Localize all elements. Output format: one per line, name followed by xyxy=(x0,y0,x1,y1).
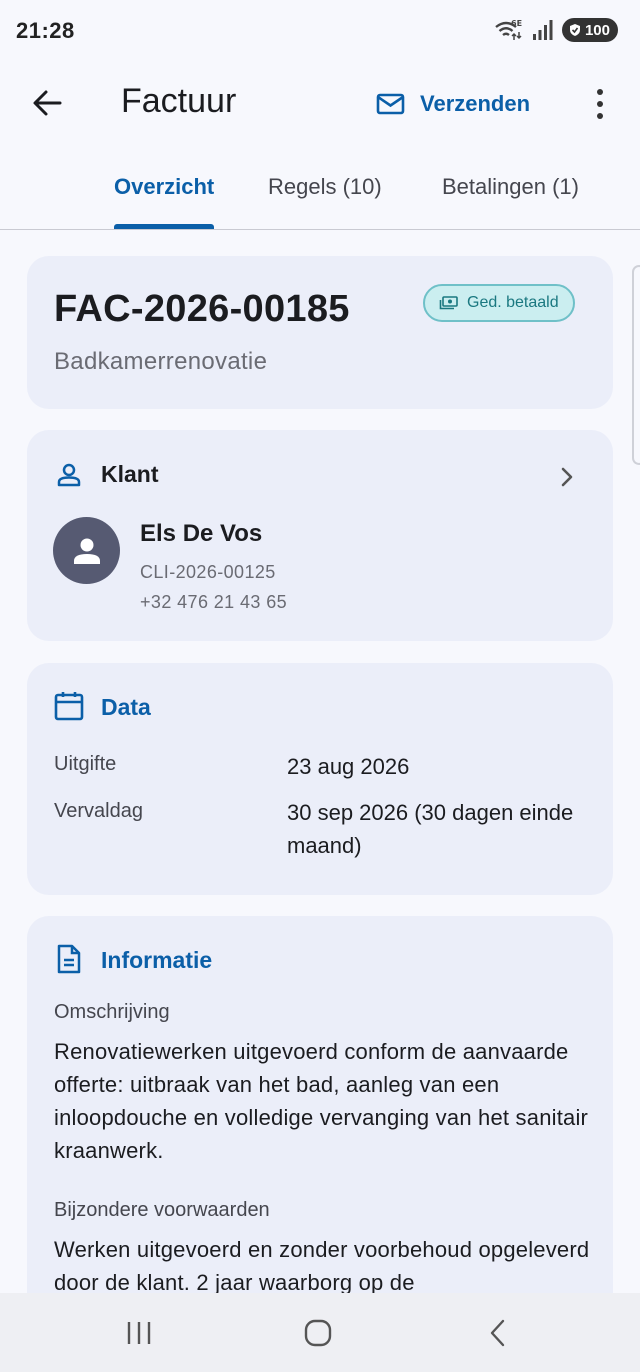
conditions-value: Werken uitgevoerd en zonder voorbehoud o… xyxy=(54,1237,590,1295)
description-label: Omschrijving xyxy=(54,1001,170,1023)
person-avatar-icon xyxy=(73,538,100,564)
tab-betalingen[interactable]: Betalingen (1) xyxy=(442,174,579,200)
signal-icon xyxy=(532,20,553,40)
battery-icon: 100 xyxy=(561,18,618,42)
person-icon xyxy=(54,460,84,490)
tab-bar: Overzicht Regels (10) Betalingen (1) xyxy=(0,144,640,230)
due-date-value: 30 sep 2026 (30 dagen einde maand) xyxy=(287,800,574,858)
description-value: Renovatiewerken uitgevoerd conform de aa… xyxy=(54,1039,589,1163)
dates-card: Data Uitgifte 23 aug 2026 Vervaldag 30 s… xyxy=(27,663,613,895)
status-time: 21:28 xyxy=(16,18,75,43)
issue-date-value: 23 aug 2026 xyxy=(287,754,410,779)
tab-regels[interactable]: Regels (10) xyxy=(268,174,382,200)
more-options-button[interactable] xyxy=(580,82,620,126)
invoice-number: FAC-2026-00185 xyxy=(54,288,350,330)
chevron-right-icon[interactable] xyxy=(555,462,579,492)
invoice-summary-card: FAC-2026-00185 Badkamerrenovatie Ged. be… xyxy=(27,256,613,409)
svg-text:6E: 6E xyxy=(511,19,522,28)
client-id: CLI-2026-00125 xyxy=(140,562,276,582)
shield-icon xyxy=(569,24,580,36)
status-icons: 6E 100 xyxy=(494,18,618,42)
send-button[interactable]: Verzenden xyxy=(376,84,530,124)
arrow-back-icon xyxy=(33,90,62,116)
conditions-label: Bijzondere voorwaarden xyxy=(54,1199,270,1221)
tab-indicator xyxy=(114,224,214,229)
system-nav-bar xyxy=(0,1293,640,1372)
recent-apps-icon xyxy=(127,1322,151,1344)
avatar xyxy=(53,517,120,584)
more-vert-icon xyxy=(597,89,603,95)
mail-icon xyxy=(376,93,405,115)
home-button[interactable] xyxy=(296,1313,340,1353)
app-bar: Factuur Verzenden xyxy=(0,62,640,144)
back-button[interactable] xyxy=(22,78,72,128)
tab-overzicht[interactable]: Overzicht xyxy=(114,174,214,200)
info-card-title: Informatie xyxy=(101,947,213,973)
payments-icon xyxy=(439,296,458,310)
send-button-label: Verzenden xyxy=(420,91,531,116)
page-title: Factuur xyxy=(121,82,237,120)
wifi-6e-icon: 6E xyxy=(495,19,522,40)
status-badge: Ged. betaald xyxy=(423,284,575,322)
document-icon xyxy=(54,944,84,974)
scrollbar[interactable] xyxy=(632,265,640,465)
client-card[interactable]: Klant Els De Vos CLI-2026-00125 +32 476 … xyxy=(27,430,613,641)
home-icon xyxy=(304,1319,332,1347)
battery-level: 100 xyxy=(584,21,610,39)
issue-date-label: Uitgifte xyxy=(54,753,117,775)
client-phone: +32 476 21 43 65 xyxy=(140,592,288,612)
info-card: Informatie Omschrijving Renovatiewerken … xyxy=(27,916,613,1336)
dates-card-title: Data xyxy=(101,694,151,720)
status-badge-label: Ged. betaald xyxy=(467,294,559,311)
recent-apps-button[interactable] xyxy=(117,1313,161,1353)
calendar-icon xyxy=(54,691,84,721)
invoice-subtitle: Badkamerrenovatie xyxy=(54,348,268,375)
client-name: Els De Vos xyxy=(140,520,263,547)
status-bar: 21:28 6E 100 xyxy=(0,0,640,62)
nav-back-icon xyxy=(490,1319,505,1347)
nav-back-button[interactable] xyxy=(476,1313,520,1353)
client-card-title: Klant xyxy=(101,461,159,487)
due-date-label: Vervaldag xyxy=(54,800,143,822)
